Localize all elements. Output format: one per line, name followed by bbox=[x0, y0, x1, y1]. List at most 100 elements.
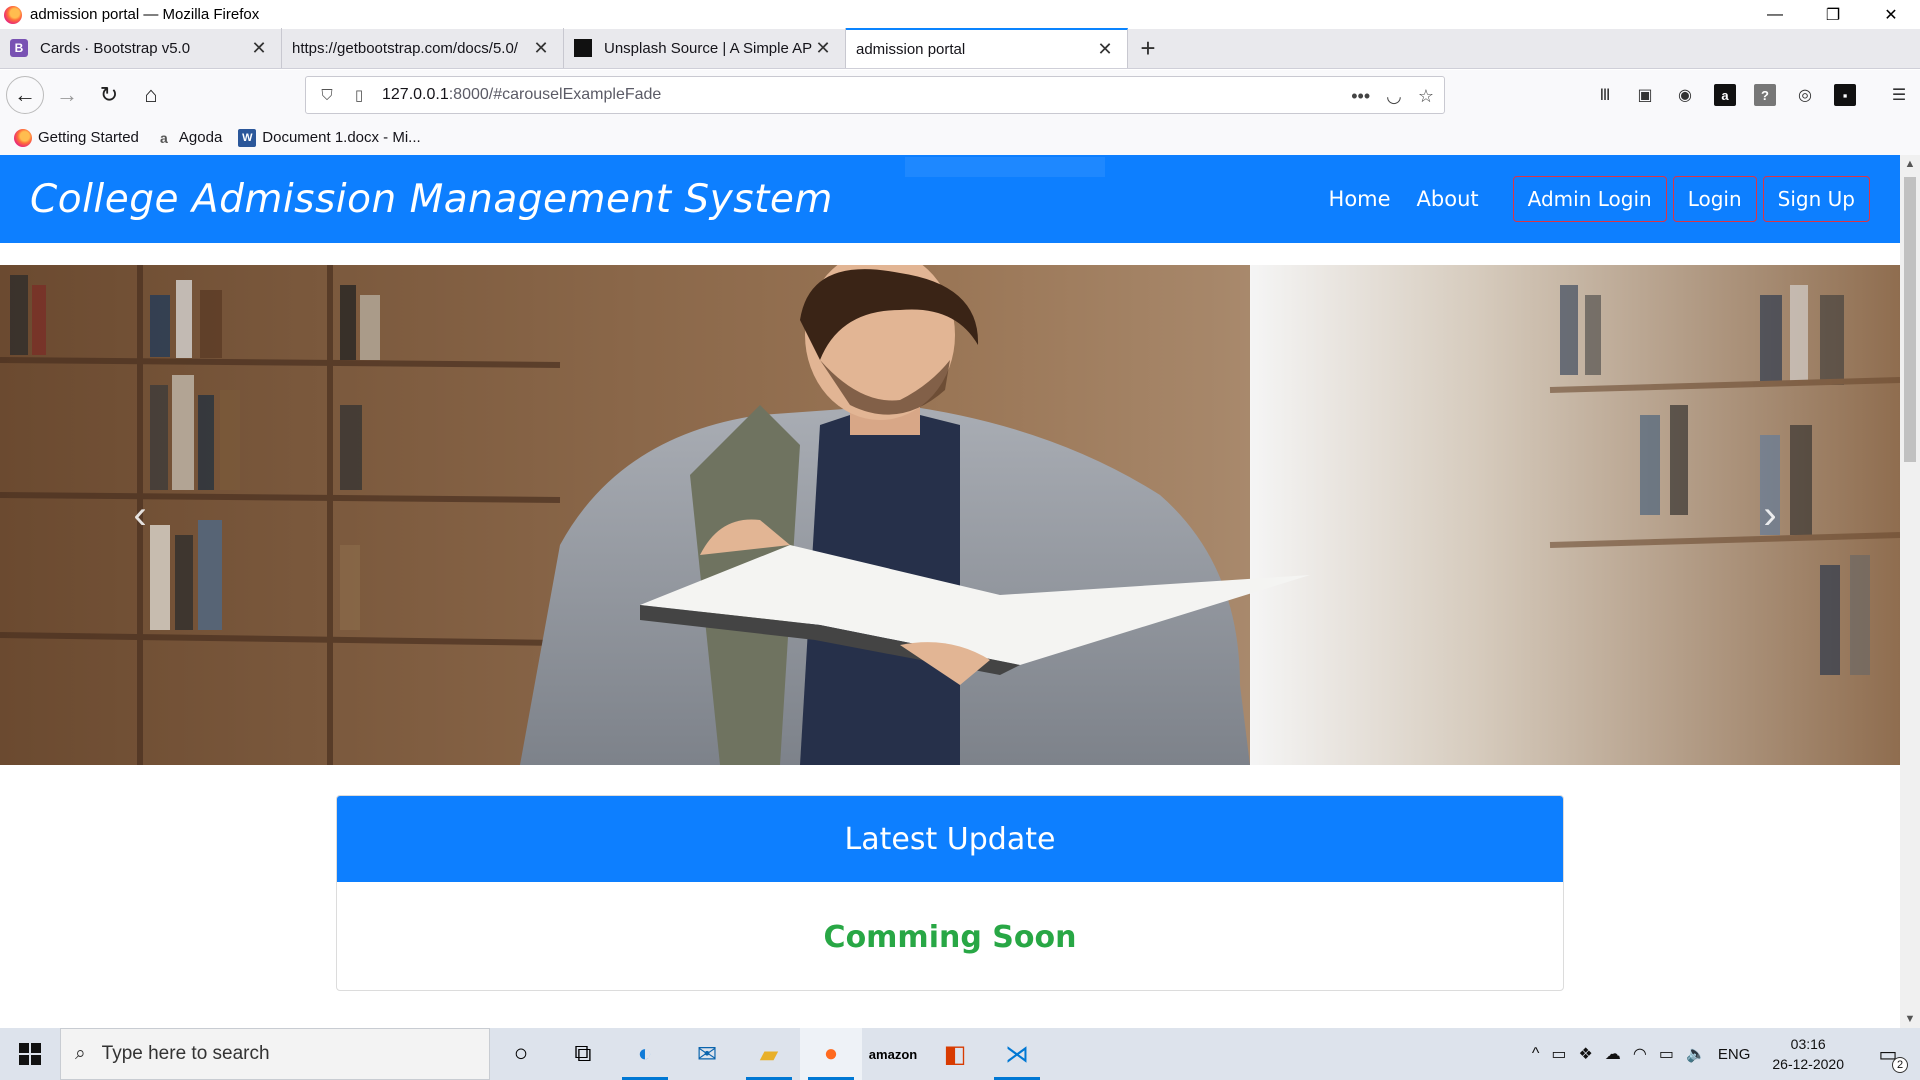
arrow-left-icon: ← bbox=[14, 82, 36, 107]
library-icon[interactable]: Ⅲ bbox=[1594, 84, 1616, 106]
system-tray: ^ ▭ ❖ ☁ ◠ ▭ 🔈 ENG 03:16 26-12-2020 ▭ 2 bbox=[1532, 1028, 1920, 1080]
bookmark-label: Agoda bbox=[178, 129, 223, 146]
shield-icon[interactable]: ⛉ bbox=[316, 87, 338, 104]
home-button[interactable]: ⌂ bbox=[132, 76, 170, 114]
tab-close-icon[interactable]: ✕ bbox=[1095, 39, 1115, 60]
tab-close-icon[interactable]: ✕ bbox=[813, 38, 833, 59]
firefox-icon[interactable]: ● bbox=[800, 1028, 862, 1080]
tab-close-icon[interactable]: ✕ bbox=[531, 38, 551, 59]
amazon-extension-icon[interactable]: a bbox=[1714, 84, 1736, 106]
edge-icon[interactable]: ◐ bbox=[614, 1028, 676, 1080]
carousel: ‹ › bbox=[0, 265, 1900, 765]
taskbar-clock[interactable]: 03:16 26-12-2020 bbox=[1772, 1034, 1844, 1074]
reload-button[interactable]: ↻ bbox=[90, 76, 128, 114]
page-actions-icon[interactable]: ••• bbox=[1351, 86, 1370, 107]
clock-time: 03:16 bbox=[1790, 1036, 1826, 1052]
tab-label: Unsplash Source | A Simple API bbox=[604, 39, 813, 57]
battery-icon[interactable]: ▭ bbox=[1659, 1044, 1674, 1064]
bootstrap-icon: B bbox=[10, 39, 28, 57]
scroll-up-icon[interactable]: ▲ bbox=[1900, 155, 1920, 173]
word-icon: W bbox=[238, 128, 257, 147]
unsplash-icon bbox=[574, 39, 592, 57]
tab-admission-portal[interactable]: admission portal ✕ bbox=[846, 28, 1128, 68]
firefox-icon bbox=[14, 128, 32, 147]
site-navbar: College Admission Management System Home… bbox=[0, 155, 1900, 243]
tab-label: https://getbootstrap.com/docs/5.0/ bbox=[292, 39, 518, 57]
clock-date: 26-12-2020 bbox=[1772, 1056, 1844, 1072]
page-scrollbar[interactable]: ▲ ▼ bbox=[1900, 155, 1920, 1028]
nav-home-link[interactable]: Home bbox=[1319, 187, 1401, 211]
sidebar-icon[interactable]: ▣ bbox=[1634, 84, 1656, 106]
bookmarks-bar: Getting Started a Agoda W Document 1.doc… bbox=[0, 120, 1920, 155]
pocket-icon[interactable]: ◡ bbox=[1386, 86, 1402, 107]
window-controls: — ❐ ✕ bbox=[1746, 0, 1920, 29]
dropbox-icon[interactable]: ❖ bbox=[1579, 1044, 1593, 1064]
url-path: :8000/#carouselExampleFade bbox=[448, 86, 662, 103]
office-icon[interactable]: ◧ bbox=[924, 1028, 986, 1080]
search-icon: ⌕ bbox=[75, 1043, 86, 1064]
taskbar-search[interactable]: ⌕ Type here to search bbox=[60, 1028, 490, 1080]
notifications-button[interactable]: ▭ 2 bbox=[1866, 1042, 1910, 1073]
sign-up-button[interactable]: Sign Up bbox=[1762, 176, 1870, 222]
tab-close-icon[interactable]: ✕ bbox=[249, 38, 269, 59]
scroll-down-icon[interactable]: ▼ bbox=[1900, 1010, 1920, 1028]
carousel-prev-button[interactable]: ‹ bbox=[120, 485, 160, 545]
forward-button[interactable]: → bbox=[48, 76, 86, 114]
url-actions: ••• ◡ ☆ bbox=[1351, 77, 1434, 115]
url-bar[interactable]: ⛉ ▯ 127.0.0.1:8000/#carouselExampleFade … bbox=[305, 76, 1445, 114]
minimize-button[interactable]: — bbox=[1746, 0, 1804, 29]
tab-label: admission portal bbox=[856, 40, 966, 58]
help-extension-icon[interactable]: ? bbox=[1754, 84, 1776, 106]
carousel-next-button[interactable]: › bbox=[1750, 485, 1790, 545]
carousel-image bbox=[0, 265, 1900, 765]
cortana-icon[interactable]: ○ bbox=[490, 1028, 552, 1080]
agoda-icon: a bbox=[160, 129, 168, 146]
tab-unsplash-source[interactable]: Unsplash Source | A Simple API ✕ bbox=[564, 28, 846, 68]
star-icon[interactable]: ☆ bbox=[1418, 86, 1434, 107]
wifi-icon[interactable]: ◠ bbox=[1633, 1044, 1647, 1064]
back-button[interactable]: ← bbox=[6, 76, 44, 114]
search-extension-icon[interactable]: ◎ bbox=[1794, 84, 1816, 106]
new-tab-button[interactable]: + bbox=[1128, 28, 1168, 68]
url-host: 127.0.0.1 bbox=[382, 86, 449, 103]
onedrive-icon[interactable]: ☁ bbox=[1605, 1044, 1621, 1064]
account-icon[interactable]: ◉ bbox=[1674, 84, 1696, 106]
tab-bootstrap-cards[interactable]: B Cards · Bootstrap v5.0 ✕ bbox=[0, 28, 282, 68]
start-button[interactable] bbox=[0, 1028, 60, 1080]
page-icon: ▯ bbox=[354, 87, 364, 104]
task-view-icon[interactable]: ⧉ bbox=[552, 1028, 614, 1080]
bookmark-label: Document 1.docx - Mi... bbox=[262, 129, 421, 146]
bookmark-document[interactable]: W Document 1.docx - Mi... bbox=[238, 128, 421, 147]
language-indicator[interactable]: ENG bbox=[1718, 1046, 1751, 1063]
windows-taskbar: ⌕ Type here to search ○ ⧉ ◐ ✉ ▰ ● amazon… bbox=[0, 1028, 1920, 1080]
mail-icon[interactable]: ✉ bbox=[676, 1028, 738, 1080]
window-titlebar: admission portal — Mozilla Firefox — ❐ ✕ bbox=[0, 0, 1920, 29]
restore-button[interactable]: ❐ bbox=[1804, 0, 1862, 29]
menu-icon[interactable]: ☰ bbox=[1888, 84, 1910, 106]
nav-about-link[interactable]: About bbox=[1407, 187, 1489, 211]
bookmark-label: Getting Started bbox=[38, 129, 139, 146]
scroll-thumb[interactable] bbox=[1904, 177, 1916, 462]
card-body-text: Comming Soon bbox=[823, 919, 1077, 955]
window-title: admission portal — Mozilla Firefox bbox=[30, 6, 260, 23]
tab-label: Cards · Bootstrap v5.0 bbox=[40, 39, 191, 57]
tab-bootstrap-docs[interactable]: https://getbootstrap.com/docs/5.0/ ✕ bbox=[282, 28, 564, 68]
bookmark-agoda[interactable]: a Agoda bbox=[155, 129, 222, 147]
site-brand[interactable]: College Admission Management System bbox=[30, 177, 833, 222]
login-button[interactable]: Login bbox=[1672, 176, 1757, 222]
extension-icon[interactable]: ▪ bbox=[1834, 84, 1856, 106]
home-icon: ⌂ bbox=[144, 82, 158, 107]
admin-login-button[interactable]: Admin Login bbox=[1512, 176, 1667, 222]
bookmark-getting-started[interactable]: Getting Started bbox=[14, 128, 139, 147]
search-placeholder: Type here to search bbox=[101, 1043, 270, 1064]
arrow-right-icon: → bbox=[56, 82, 78, 107]
meet-now-icon[interactable]: ▭ bbox=[1551, 1044, 1566, 1064]
chevron-up-icon[interactable]: ^ bbox=[1532, 1045, 1540, 1063]
vscode-icon[interactable]: ⋊ bbox=[986, 1028, 1048, 1080]
close-window-button[interactable]: ✕ bbox=[1862, 0, 1920, 29]
reload-icon: ↻ bbox=[99, 82, 119, 107]
amazon-icon[interactable]: amazon bbox=[862, 1028, 924, 1080]
site-nav-links: Home About Admin Login Login Sign Up bbox=[1319, 155, 1870, 243]
volume-icon[interactable]: 🔈 bbox=[1686, 1044, 1706, 1064]
file-explorer-icon[interactable]: ▰ bbox=[738, 1028, 800, 1080]
